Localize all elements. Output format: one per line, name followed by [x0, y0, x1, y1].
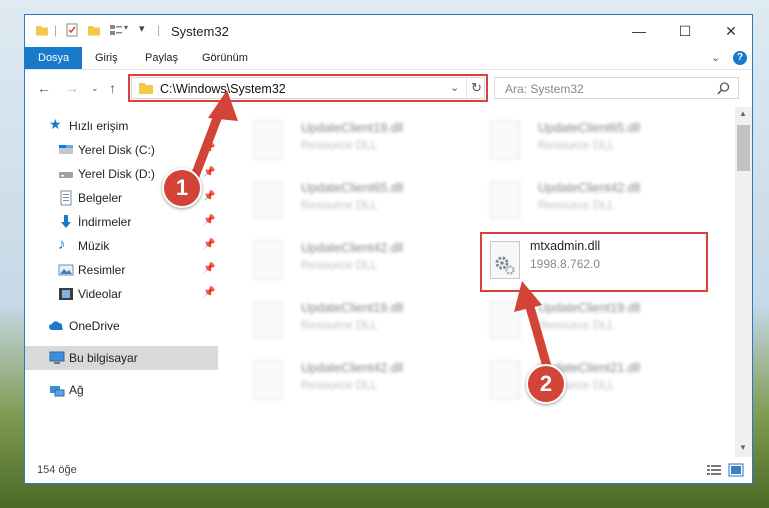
- step-badge-1: 1: [162, 168, 202, 208]
- annotation-arrows: [190, 90, 553, 375]
- arrow-2-head: [514, 281, 542, 312]
- step-badge-2: 2: [526, 364, 566, 404]
- arrow-2-shaft: [523, 295, 553, 375]
- arrow-1-head: [208, 90, 238, 121]
